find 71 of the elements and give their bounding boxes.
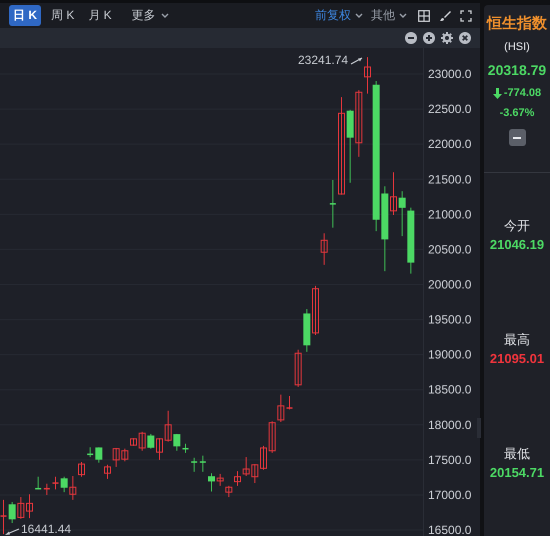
candle [26,494,33,519]
candle [130,438,137,446]
axis-label: 18500.0 [428,382,472,397]
candle [330,179,336,228]
axis-label: 22000.0 [428,137,472,152]
candle [390,172,397,216]
axis-label: 16500.0 [428,523,472,536]
fullscreen-icon[interactable] [460,10,472,22]
caret-icon [399,12,407,18]
index-price: 20318.79 [488,62,546,78]
stat-value: 20154.71 [490,465,544,480]
candle [260,445,267,470]
candle [0,499,6,535]
settings-icon[interactable] [441,32,453,44]
candle [191,457,198,472]
axis-label: 23000.0 [428,67,472,82]
axis-label: 20000.0 [428,278,472,292]
percent-change: -3.67% [500,107,534,119]
index-name: 恒生指数 [487,14,547,33]
candle [104,464,111,480]
candle [320,232,328,266]
brush-icon[interactable] [439,10,451,22]
collapse-button[interactable] [508,129,526,146]
index-code: (HSI) [504,41,530,53]
stat-label: 今开 [504,217,530,235]
axis-label: 17500.0 [428,452,472,467]
option-dropdown[interactable]: 其他 [369,7,409,24]
candle [78,461,85,478]
candle [312,285,319,336]
minus-icon [513,136,521,138]
zoom-out-icon[interactable] [405,32,417,44]
period-tab[interactable]: 月 K [84,5,116,26]
candle [52,476,58,490]
axis-label: 21500.0 [428,172,472,186]
axis-label: 21000.0 [428,207,472,222]
candle [87,446,94,458]
min-value-label: 16441.44 [21,522,72,536]
period-tab[interactable]: 日 K [9,5,41,26]
more-dropdown[interactable]: 更多 [128,5,173,26]
down-arrow-icon [492,88,502,98]
zoom-in-icon[interactable] [423,32,435,44]
max-value-label: 23241.74 [298,53,348,67]
candle [200,455,206,472]
candle [364,56,371,94]
candle [95,446,102,464]
stat-value: 21046.19 [490,237,544,252]
stat-value: 21095.01 [490,351,544,366]
caret-icon [160,12,169,18]
leader-line [5,528,20,535]
option-dropdown[interactable]: 前复权 [313,7,365,24]
period-tab[interactable]: 周 K [47,5,78,26]
candle [44,483,50,496]
axis-label: 18000.0 [428,418,472,432]
axis-label: 17000.0 [428,488,472,502]
candle [286,396,292,410]
axis-label: 19000.0 [428,348,472,362]
candle [208,472,215,492]
candle [156,438,163,460]
axis-label: 20500.0 [428,242,472,256]
stat-label: 最高 [504,331,530,349]
candle [35,476,42,490]
axis-label: 22500.0 [428,102,472,116]
caret-icon [355,12,363,18]
leader-line [350,57,362,65]
candle [182,443,188,454]
stat-label: 最低 [504,445,530,463]
candle [234,470,241,486]
grid-icon[interactable] [418,10,430,22]
price-change: -774.08 [504,87,542,99]
axis-label: 19500.0 [428,312,472,327]
close-icon[interactable] [459,32,471,44]
